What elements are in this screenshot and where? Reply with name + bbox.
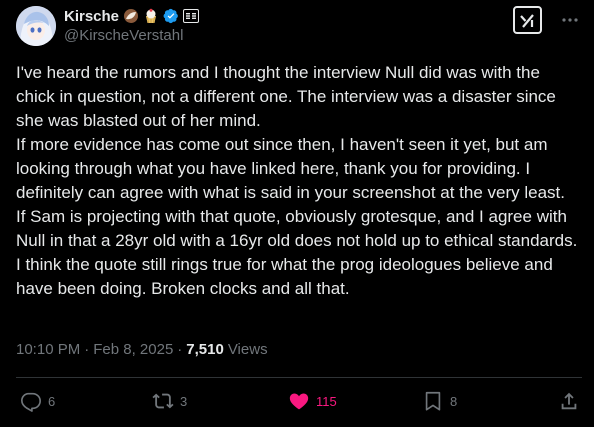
tweet-paragraph: I've heard the rumors and I thought the … (16, 63, 556, 130)
reply-button[interactable]: 6 (20, 388, 55, 414)
grok-button[interactable] (513, 6, 542, 34)
tweet-text: I've heard the rumors and I thought the … (16, 61, 582, 301)
like-button[interactable]: 115 (288, 388, 337, 414)
bookmark-count: 8 (450, 393, 458, 409)
tweet-header: Kirsche @KirscheVerstahl (16, 6, 582, 46)
reply-count: 6 (48, 393, 56, 409)
tweet-date[interactable]: Feb 8, 2025 (93, 340, 173, 360)
tweet-metadata: 10:10 PM · Feb 8, 2025 · 7,510 Views (16, 340, 268, 360)
repost-button[interactable]: 3 (152, 388, 187, 414)
avatar[interactable] (16, 6, 56, 46)
cupcake-emoji-icon (143, 8, 159, 24)
share-button[interactable] (558, 388, 580, 414)
bookmark-icon (425, 391, 441, 411)
separator-dot: · (177, 341, 183, 358)
heart-filled-icon (289, 393, 309, 410)
coconut-emoji-icon (123, 8, 139, 24)
grok-icon (519, 14, 534, 28)
repost-count: 3 (180, 393, 188, 409)
tweet-time[interactable]: 10:10 PM (16, 340, 80, 360)
more-icon (562, 18, 578, 22)
more-options-button[interactable] (560, 10, 580, 30)
share-icon (561, 392, 577, 410)
tweet-actions: 6 3 115 8 (16, 388, 582, 414)
subscriber-badge-icon (183, 8, 200, 24)
divider (16, 377, 582, 378)
like-count: 115 (316, 393, 337, 409)
verified-badge-icon (163, 8, 179, 24)
tweet-paragraph: If more evidence has come out since then… (16, 135, 566, 202)
author-display-name[interactable]: Kirsche (64, 8, 119, 25)
views-count: 7,510 (186, 341, 224, 358)
reply-icon (21, 392, 41, 412)
author-handle[interactable]: @KirscheVerstahl (64, 26, 199, 46)
repost-icon (152, 393, 174, 409)
bookmark-button[interactable]: 8 (422, 388, 457, 414)
views-label: Views (227, 341, 268, 358)
tweet-paragraph: If Sam is projecting with that quote, ob… (16, 207, 578, 298)
separator-dot: · (84, 341, 90, 358)
